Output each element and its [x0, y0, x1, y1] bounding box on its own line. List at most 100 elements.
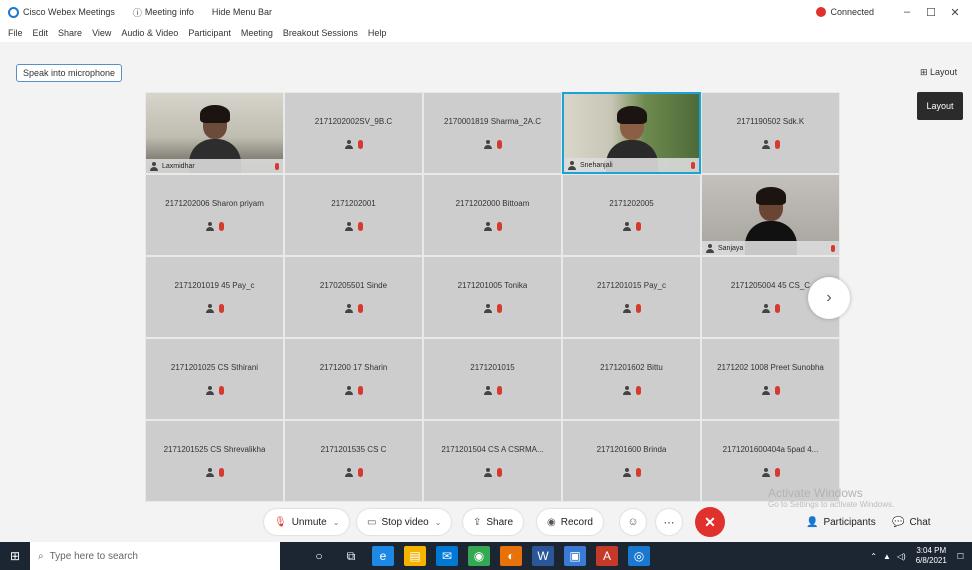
participant-tile[interactable]: 2171201535 CS C [284, 420, 423, 502]
user-icon [344, 304, 353, 313]
microphone-muted-icon [357, 304, 363, 313]
menu-audio-video[interactable]: Audio & Video [121, 28, 178, 38]
user-icon [622, 222, 631, 231]
microphone-muted-icon [218, 386, 224, 395]
participant-tile[interactable]: 2170205501 Sinde [284, 256, 423, 338]
microphone-muted-icon [357, 468, 363, 477]
meeting-info-link[interactable]: ⓘ Meeting info [133, 6, 194, 19]
participant-name: 2171202 1008 Preet Sunobha [717, 363, 824, 372]
participant-status [761, 468, 780, 477]
record-button[interactable]: ◉ Record [537, 509, 603, 535]
unmute-button[interactable]: 🎙 Unmute ⌄ [264, 509, 350, 535]
participant-tile[interactable]: 2171190502 Sdk.K [701, 92, 840, 174]
file-explorer-icon[interactable]: ▤ [404, 546, 426, 566]
user-icon [622, 468, 631, 477]
stop-video-button[interactable]: ▭ Stop video ⌄ [357, 509, 452, 535]
share-button[interactable]: ⇪ Share [463, 509, 524, 535]
participant-tile[interactable]: 2171202 1008 Preet Sunobha [701, 338, 840, 420]
participant-tile[interactable]: Snehanjali [562, 92, 701, 174]
participants-button[interactable]: 👤 Participants [796, 509, 886, 535]
participant-tile[interactable]: 2171201005 Tonika [423, 256, 562, 338]
participant-tile[interactable]: 2171201015 Pay_c [562, 256, 701, 338]
user-icon [622, 304, 631, 313]
notification-icon[interactable]: ☐ [957, 552, 964, 561]
microphone-muted-icon [496, 140, 502, 149]
reactions-button[interactable]: ☺ [620, 509, 646, 535]
menu-meeting[interactable]: Meeting [241, 28, 273, 38]
user-icon [344, 386, 353, 395]
microphone-muted-icon [774, 386, 780, 395]
participant-tile[interactable]: 2171201600 Brinda [562, 420, 701, 502]
close-button[interactable]: ✕ [946, 6, 964, 19]
windows-start-button[interactable]: ⊞ [0, 542, 30, 570]
participant-tile[interactable]: 2171201525 CS Shrevalikha [145, 420, 284, 502]
participant-tile[interactable]: 2171202002SV_9B.C [284, 92, 423, 174]
participant-tile[interactable]: 2171201504 CS A CSRMA... [423, 420, 562, 502]
participant-status [483, 468, 502, 477]
more-options-button[interactable]: ⋯ [656, 509, 682, 535]
firefox-icon[interactable]: ◐ [500, 546, 522, 566]
maximize-button[interactable]: ☐ [922, 6, 940, 19]
menu-share[interactable]: Share [58, 28, 82, 38]
chrome-icon[interactable]: ◉ [468, 546, 490, 566]
chevron-up-icon[interactable]: ⌃ [870, 552, 877, 561]
volume-icon[interactable]: ◁) [897, 552, 906, 561]
participant-tile[interactable]: 2171202001 [284, 174, 423, 256]
participant-tile[interactable]: 2171201025 CS Sthirani [145, 338, 284, 420]
menu-participant[interactable]: Participant [188, 28, 231, 38]
participant-status [761, 386, 780, 395]
pdf-reader-icon[interactable]: A [596, 546, 618, 566]
microphone-muted-icon [635, 304, 641, 313]
speak-into-microphone-button[interactable]: Speak into microphone [16, 64, 123, 82]
participant-name: 2170001819 Sharma_2A.C [444, 117, 541, 126]
title-bar: Cisco Webex Meetings ⓘ Meeting info Hide… [0, 0, 972, 24]
participant-tile[interactable]: 2171201015 [423, 338, 562, 420]
hide-menu-bar-link[interactable]: Hide Menu Bar [212, 7, 272, 17]
microphone-muted-icon [635, 468, 641, 477]
participant-tile[interactable]: 2170001819 Sharma_2A.C [423, 92, 562, 174]
menu-edit[interactable]: Edit [33, 28, 49, 38]
participant-tile[interactable]: 2171201019 45 Pay_c [145, 256, 284, 338]
minimize-button[interactable]: – [898, 6, 916, 18]
microphone-muted-icon [774, 304, 780, 313]
layout-button[interactable]: Layout [917, 92, 963, 120]
participant-tile[interactable]: Sanjaya [701, 174, 840, 256]
participant-status [622, 304, 641, 313]
participant-status [205, 222, 224, 231]
participant-tile[interactable]: 2171201602 Bittu [562, 338, 701, 420]
chat-button[interactable]: 💬 Chat [882, 509, 941, 535]
webex-taskbar-icon[interactable]: ◎ [628, 546, 650, 566]
end-meeting-button[interactable]: ✕ [695, 507, 725, 537]
participant-status [344, 304, 363, 313]
participant-tile[interactable]: 2171202006 Sharon priyam [145, 174, 284, 256]
participant-tile[interactable]: 2171200 17 Sharin [284, 338, 423, 420]
next-page-button[interactable]: › [808, 277, 850, 319]
network-icon[interactable]: ▲ [883, 552, 891, 561]
connection-status[interactable]: Connected [816, 7, 874, 17]
photos-icon[interactable]: ▣ [564, 546, 586, 566]
cortana-icon[interactable]: ○ [308, 546, 330, 566]
edge-browser-icon[interactable]: e [372, 546, 394, 566]
menu-breakout-sessions[interactable]: Breakout Sessions [283, 28, 358, 38]
microphone-muted-icon [496, 222, 502, 231]
menu-file[interactable]: File [8, 28, 23, 38]
user-icon [205, 222, 214, 231]
participant-status [622, 222, 641, 231]
user-icon [483, 386, 492, 395]
mail-icon[interactable]: ✉ [436, 546, 458, 566]
person-hair [616, 106, 647, 124]
user-icon [344, 468, 353, 477]
layout-label[interactable]: ⊞ Layout [920, 67, 957, 78]
participant-status [205, 304, 224, 313]
taskbar-search-box[interactable]: ⌕ Type here to search [30, 542, 280, 570]
participant-status [483, 140, 502, 149]
clock[interactable]: 3:04 PM 6/8/2021 [916, 546, 947, 566]
menu-view[interactable]: View [92, 28, 111, 38]
menu-help[interactable]: Help [368, 28, 387, 38]
participant-tile[interactable]: 2171202000 Bittoam [423, 174, 562, 256]
info-icon: ⓘ [132, 7, 142, 18]
participant-tile[interactable]: Laxmidhar [145, 92, 284, 174]
word-icon[interactable]: W [532, 546, 554, 566]
task-view-icon[interactable]: ⧉ [340, 546, 362, 566]
participant-tile[interactable]: 2171202005 [562, 174, 701, 256]
